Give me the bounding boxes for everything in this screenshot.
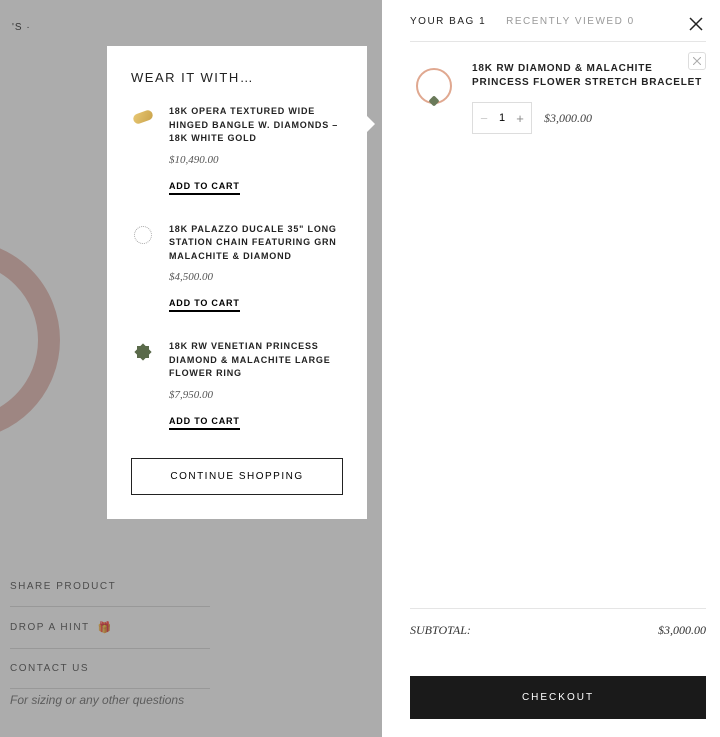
remove-item-button[interactable] [688,52,706,70]
qty-decrease-button[interactable]: − [473,103,495,133]
cart-item-price: $3,000.00 [544,111,592,126]
recommendation-price: $7,950.00 [169,389,343,401]
recommendation-item: 18K OPERA TEXTURED WIDE HINGED BANGLE W.… [131,105,343,195]
tab-bag-count: 1 [479,16,486,27]
add-to-cart-button[interactable]: ADD TO CART [169,181,240,195]
cart-drawer: YOUR BAG 1 RECENTLY VIEWED 0 18K RW DIAM… [382,0,720,737]
modal-arrow [367,116,375,132]
cart-item-thumb [410,62,458,110]
tab-recent-label: RECENTLY VIEWED [506,16,623,27]
recommendation-item: 18K PALAZZO DUCALE 35" LONG STATION CHAI… [131,223,343,313]
close-icon [693,57,701,65]
cart-tabs: YOUR BAG 1 RECENTLY VIEWED 0 [410,16,706,42]
recommendation-thumb [131,340,155,364]
tab-your-bag[interactable]: YOUR BAG 1 [410,16,486,29]
recommendation-name: 18K OPERA TEXTURED WIDE HINGED BANGLE W.… [169,105,343,146]
checkout-button[interactable]: CHECKOUT [410,676,706,719]
add-to-cart-button[interactable]: ADD TO CART [169,416,240,430]
recommendation-name: 18K PALAZZO DUCALE 35" LONG STATION CHAI… [169,223,343,264]
recommendation-name: 18K RW VENETIAN PRINCESS DIAMOND & MALAC… [169,340,343,381]
cart-line-item: 18K RW DIAMOND & MALACHITE PRINCESS FLOW… [410,42,706,154]
subtotal-row: SUBTOTAL: $3,000.00 [410,623,706,638]
chain-icon [134,226,152,244]
continue-shopping-button[interactable]: CONTINUE SHOPPING [131,458,343,495]
cart-item-name: 18K RW DIAMOND & MALACHITE PRINCESS FLOW… [472,62,706,90]
modal-title: WEAR IT WITH… [131,70,343,85]
qty-increase-button[interactable]: + [509,103,531,133]
tab-recent-count: 0 [628,16,635,27]
tab-recently-viewed[interactable]: RECENTLY VIEWED 0 [506,16,635,29]
subtotal-value: $3,000.00 [658,623,706,638]
close-icon [689,17,703,31]
quantity-stepper: − 1 + [472,102,532,134]
flower-ring-icon [135,344,152,361]
add-to-cart-button[interactable]: ADD TO CART [169,298,240,312]
recommendation-thumb [131,223,155,247]
recommendation-price: $10,490.00 [169,154,343,166]
tab-bag-label: YOUR BAG [410,16,475,27]
cart-footer: SUBTOTAL: $3,000.00 CHECKOUT [410,608,706,719]
recommendation-thumb [131,105,155,129]
wear-it-with-modal: WEAR IT WITH… 18K OPERA TEXTURED WIDE HI… [107,46,367,519]
bracelet-icon [416,68,452,104]
subtotal-label: SUBTOTAL: [410,623,471,638]
close-cart-button[interactable] [686,14,706,34]
bangle-icon [132,109,154,125]
recommendation-price: $4,500.00 [169,271,343,283]
recommendation-item: 18K RW VENETIAN PRINCESS DIAMOND & MALAC… [131,340,343,430]
qty-value: 1 [495,112,509,124]
